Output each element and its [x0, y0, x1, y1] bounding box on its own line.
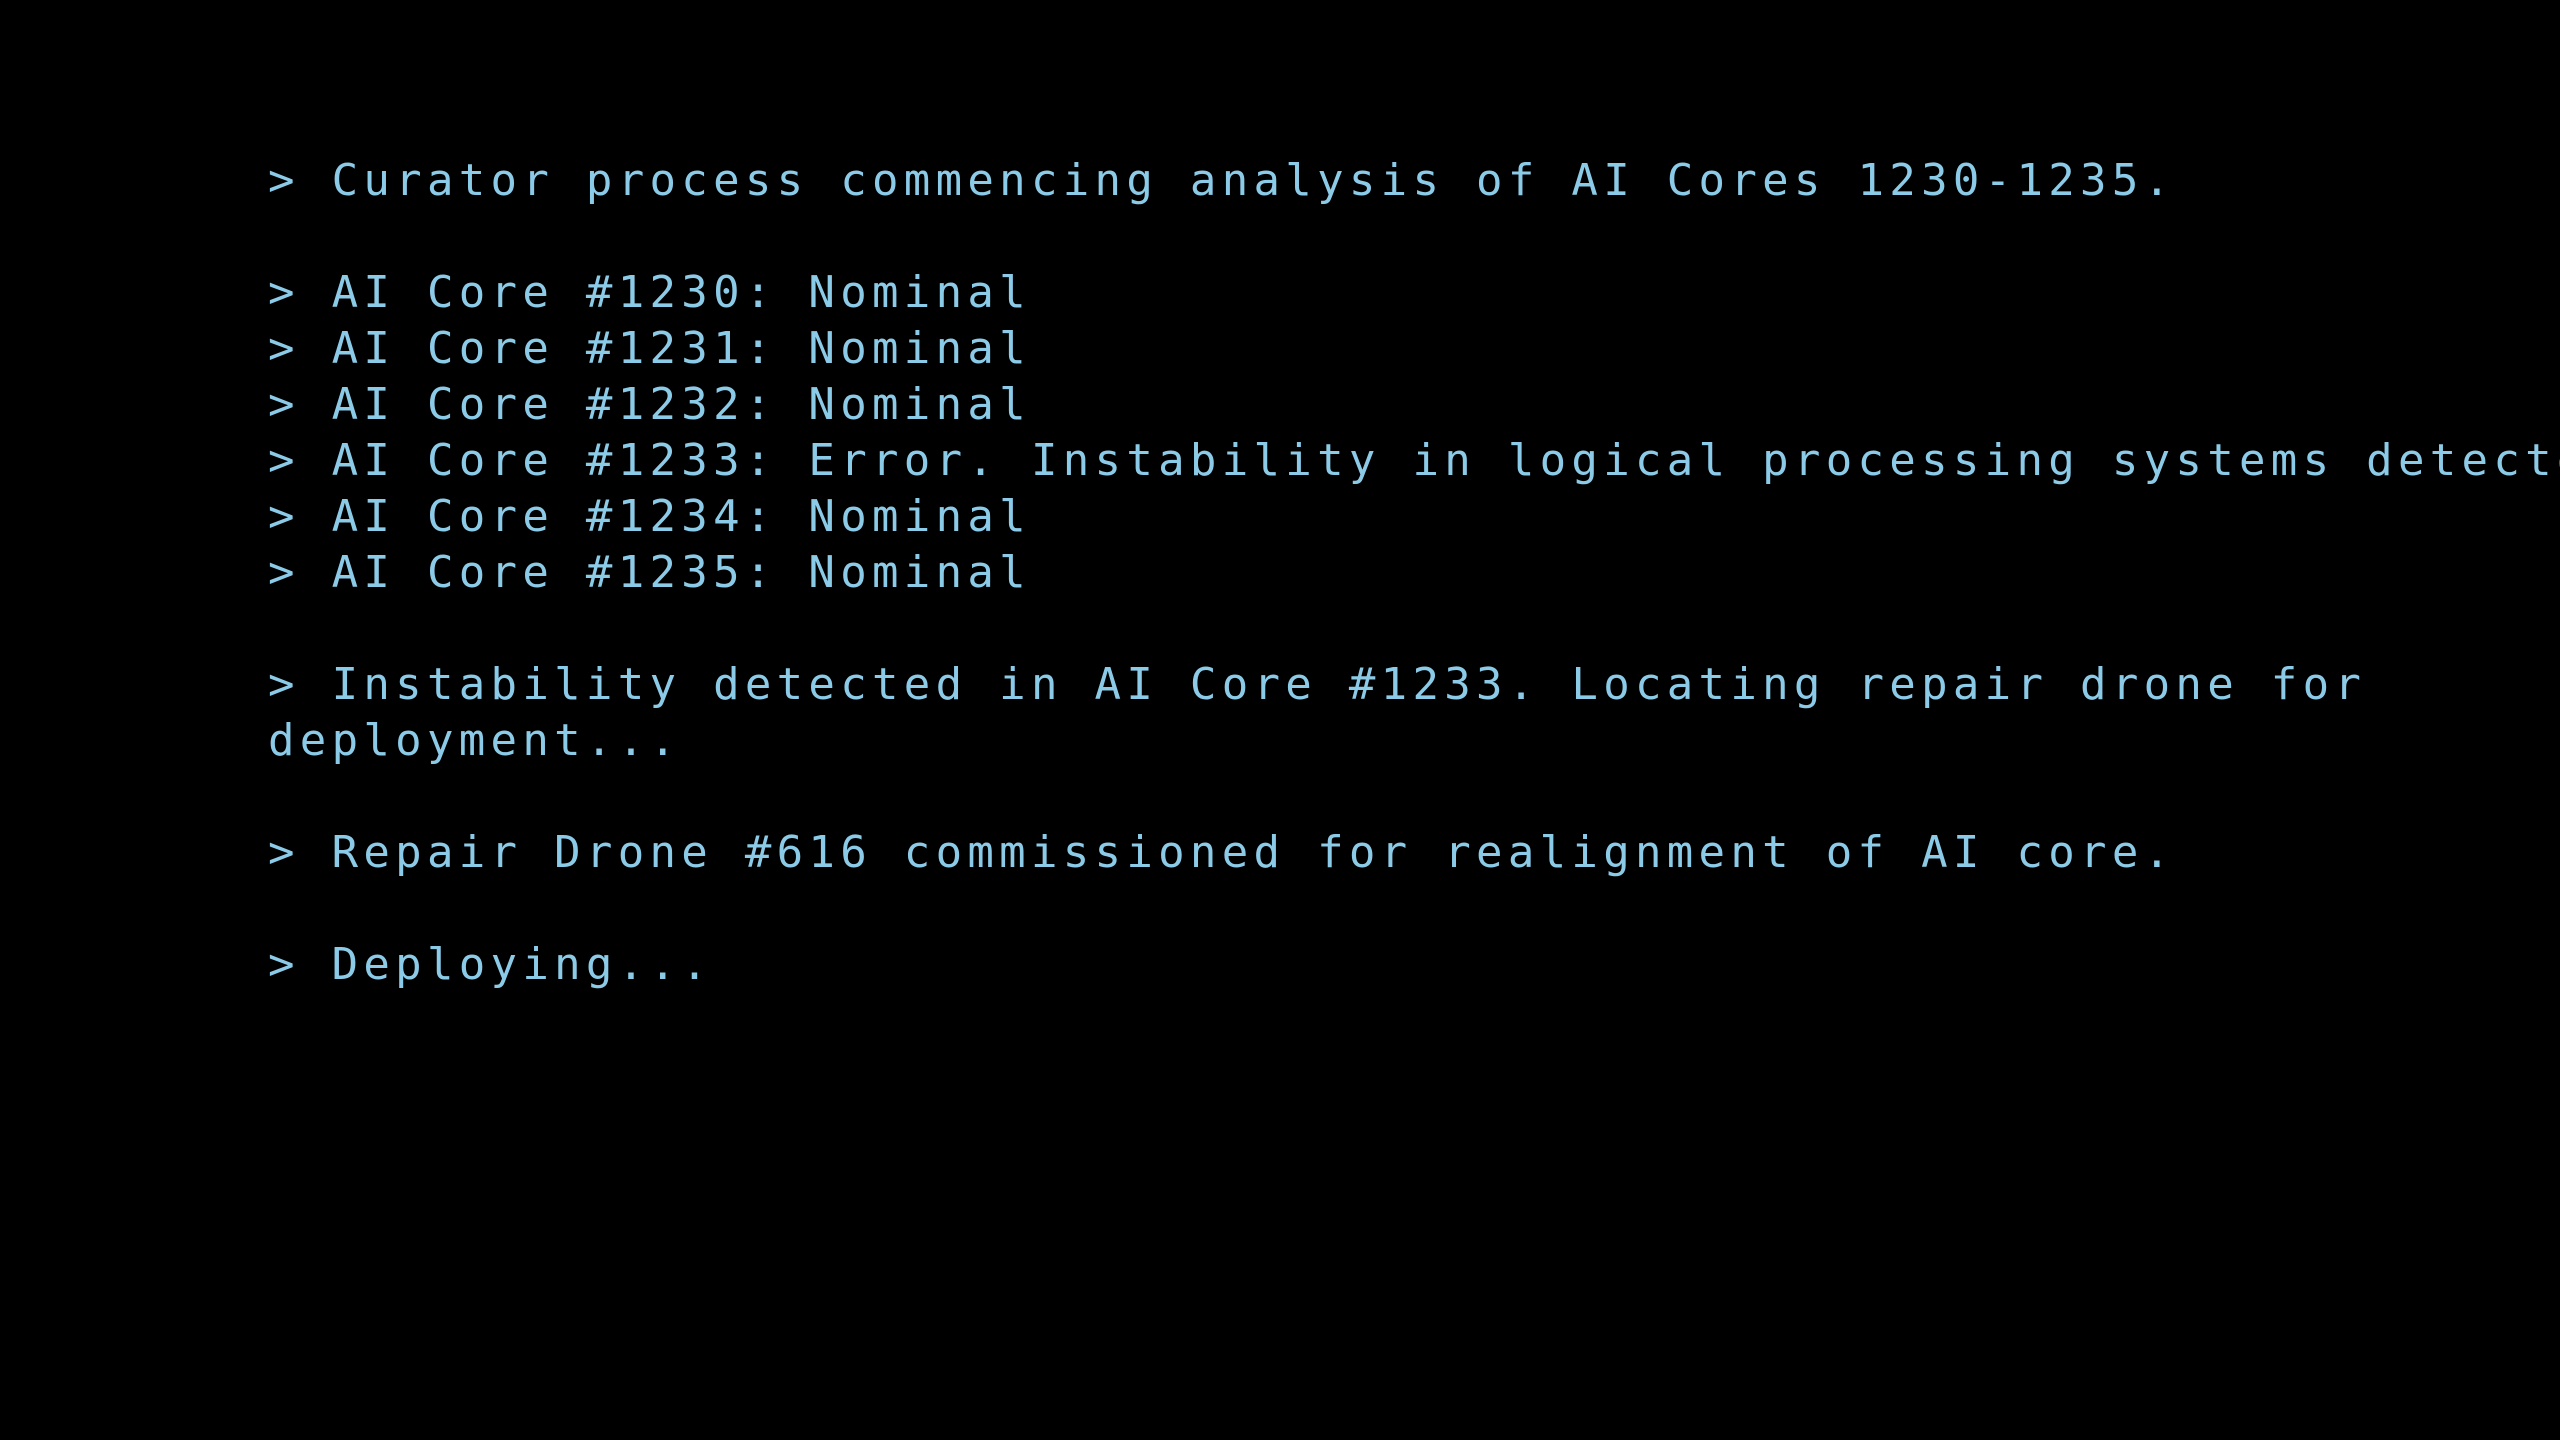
terminal-screen: > Curator process commencing analysis of… — [0, 0, 2560, 1440]
log-line-instability-detected-wrap: deployment... — [268, 715, 682, 766]
log-line-core-1234: > AI Core #1234: Nominal — [268, 491, 1031, 542]
log-line-analysis-start: > Curator process commencing analysis of… — [268, 155, 2176, 206]
log-line-deploying: > Deploying... — [268, 939, 714, 990]
log-line-instability-detected: > Instability detected in AI Core #1233.… — [268, 659, 2367, 710]
log-line-repair-drone: > Repair Drone #616 commissioned for rea… — [268, 827, 2176, 878]
log-line-core-1231: > AI Core #1231: Nominal — [268, 323, 1031, 374]
log-line-core-1230: > AI Core #1230: Nominal — [268, 267, 1031, 318]
log-line-core-1232: > AI Core #1232: Nominal — [268, 379, 1031, 430]
log-line-core-1233-error: > AI Core #1233: Error. Instability in l… — [268, 435, 2560, 486]
terminal-output: > Curator process commencing analysis of… — [268, 153, 2560, 993]
log-line-core-1235: > AI Core #1235: Nominal — [268, 547, 1031, 598]
